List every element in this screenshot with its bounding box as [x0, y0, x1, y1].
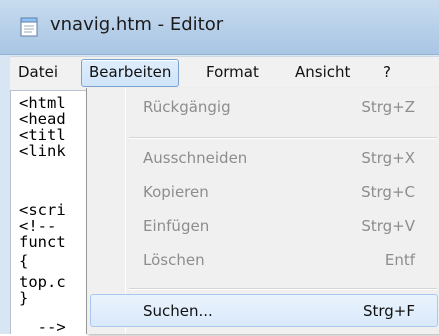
menu-help[interactable]: ?	[383, 63, 391, 81]
menu-item-shortcut: Strg+C	[361, 183, 415, 201]
menu-ansicht[interactable]: Ansicht	[295, 63, 350, 81]
editor-line: <!--	[19, 217, 57, 235]
editor-line: <link	[19, 142, 66, 160]
menu-item-shortcut: Strg+Z	[361, 98, 415, 116]
menu-item-shortcut: Strg+X	[361, 149, 415, 167]
editor-line: {	[19, 252, 29, 270]
editor-line: -->	[19, 318, 66, 336]
menu-item-shortcut: Strg+V	[361, 217, 415, 235]
title-bar[interactable]: vnavig.htm - Editor	[0, 0, 439, 55]
menu-item-paste[interactable]: Einfügen Strg+V	[90, 209, 438, 242]
menu-item-label: Einfügen	[143, 217, 210, 235]
notepad-icon	[20, 17, 38, 37]
editor-line: <head	[19, 110, 66, 128]
menu-separator	[129, 137, 437, 139]
menu-item-undo[interactable]: Rückgängig Strg+Z	[90, 90, 438, 123]
editor-line: funct	[19, 233, 66, 251]
window-title: vnavig.htm - Editor	[50, 14, 224, 35]
editor-window: vnavig.htm - Editor Datei Bearbeiten For…	[0, 0, 439, 336]
menu-item-label: Rückgängig	[143, 98, 231, 116]
editor-line: top.c	[19, 273, 66, 291]
menu-item-find[interactable]: Suchen... Strg+F	[90, 294, 438, 327]
menu-item-copy[interactable]: Kopieren Strg+C	[90, 175, 438, 208]
editor-line: }	[19, 289, 29, 307]
menu-datei[interactable]: Datei	[18, 63, 58, 81]
menu-item-label: Löschen	[143, 251, 205, 269]
menu-separator	[129, 288, 437, 290]
menu-item-shortcut: Entf	[384, 251, 415, 269]
edit-menu-dropdown: Rückgängig Strg+Z Ausschneiden Strg+X Ko…	[86, 88, 439, 334]
menu-item-shortcut: Strg+F	[362, 302, 415, 320]
editor-line: <titl	[19, 126, 66, 144]
menu-item-cut[interactable]: Ausschneiden Strg+X	[90, 141, 438, 174]
menu-item-label: Ausschneiden	[143, 149, 248, 167]
menu-format[interactable]: Format	[206, 63, 259, 81]
menu-item-delete[interactable]: Löschen Entf	[90, 243, 438, 276]
menu-item-label: Kopieren	[143, 183, 209, 201]
menu-bearbeiten[interactable]: Bearbeiten	[81, 59, 180, 87]
menu-bar: Datei Bearbeiten Format Ansicht ?	[10, 56, 439, 90]
menu-item-label: Suchen...	[143, 302, 213, 320]
editor-line: <scri	[19, 201, 66, 219]
editor-line: <html	[19, 94, 66, 112]
